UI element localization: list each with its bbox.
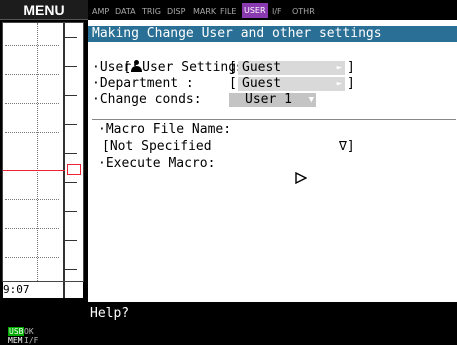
tab-file[interactable]: FILE <box>220 5 236 18</box>
chevron-right-icon: ► <box>336 79 342 89</box>
macro-file-label: ·Macro File Name: <box>98 122 232 137</box>
tab-mark[interactable]: MARK <box>193 5 216 18</box>
axis-tick <box>63 269 77 270</box>
user-bracket-open: [ <box>229 60 237 75</box>
axis-tick <box>63 66 77 67</box>
menu-button[interactable]: MENU <box>0 0 88 20</box>
chevron-down-icon: ▼ <box>308 95 314 105</box>
time-readout-text: 9:07 <box>3 283 30 296</box>
user-value: Guest <box>242 60 282 75</box>
tab-user[interactable]: USER <box>242 3 268 18</box>
help-bar: Help? <box>88 302 457 345</box>
tab-bar: AMP DATA TRIG DISP MARK FILE USER I/F OT… <box>88 0 457 20</box>
play-icon[interactable] <box>264 156 308 185</box>
chevron-right-icon: ► <box>336 63 342 73</box>
user-settings-panel: Making Change User and other settings [U… <box>88 20 457 302</box>
grid-line <box>5 257 59 258</box>
time-axis-end <box>63 282 65 298</box>
axis-tick <box>63 95 77 96</box>
tab-trig[interactable]: TRIG <box>142 5 161 18</box>
grid-line <box>5 103 59 104</box>
axis-tick <box>63 182 77 183</box>
user-label: ·User: <box>92 60 139 75</box>
grid-line <box>5 228 59 229</box>
grid-line <box>5 199 59 200</box>
grid-vertical <box>37 23 38 281</box>
usb-indicator: USB <box>8 327 25 336</box>
macro-divider <box>92 119 456 120</box>
axis-tick <box>63 211 77 212</box>
department-select[interactable]: Guest ► <box>238 77 345 91</box>
tab-amp[interactable]: AMP <box>92 5 109 18</box>
department-value: Guest <box>242 76 282 91</box>
user-select[interactable]: Guest ► <box>238 61 345 75</box>
axis-tick <box>63 153 77 154</box>
axis-tick <box>63 37 77 38</box>
grid-line <box>5 74 59 75</box>
page-title: Making Change User and other settings <box>88 26 457 42</box>
axis-tick <box>63 240 77 241</box>
trigger-level-line <box>3 170 65 171</box>
ok-indicator: OK <box>24 327 34 336</box>
mem-indicator: MEM <box>8 336 23 345</box>
if-indicator: I/F <box>24 336 39 345</box>
status-indicators: USB MEM OK I/F <box>0 322 40 345</box>
left-panel: MENU 9:07 USB MEM OK I/F <box>0 0 88 345</box>
grid-line <box>5 132 59 133</box>
time-readout: 9:07 <box>3 282 83 298</box>
user-bracket-close: ] <box>347 60 355 75</box>
tab-othr[interactable]: OTHR <box>292 5 315 18</box>
change-conds-value: User 1 <box>245 92 292 107</box>
department-label: ·Department : <box>92 76 194 91</box>
change-conds-label: ·Change conds: <box>92 92 202 107</box>
tab-if[interactable]: I/F <box>272 5 282 18</box>
waveform-graph <box>2 22 84 282</box>
tab-disp[interactable]: DISP <box>167 5 185 18</box>
help-text[interactable]: Help? <box>90 306 129 321</box>
macro-file-browse[interactable]: ∇] <box>339 139 355 155</box>
change-conds-dropdown[interactable]: User 1 ▼ <box>229 93 316 107</box>
time-axis <box>63 23 65 281</box>
trigger-marker[interactable] <box>67 164 81 175</box>
execute-macro-label: ·Execute Macro: <box>98 156 216 171</box>
macro-file-value[interactable]: [Not Specified <box>102 139 212 155</box>
section-heading: [User Settings] <box>92 44 252 75</box>
department-bracket-close: ] <box>347 76 355 91</box>
axis-tick <box>63 124 77 125</box>
department-bracket-open: [ <box>229 76 237 91</box>
tab-data[interactable]: DATA <box>115 5 136 18</box>
grid-line <box>5 45 59 46</box>
